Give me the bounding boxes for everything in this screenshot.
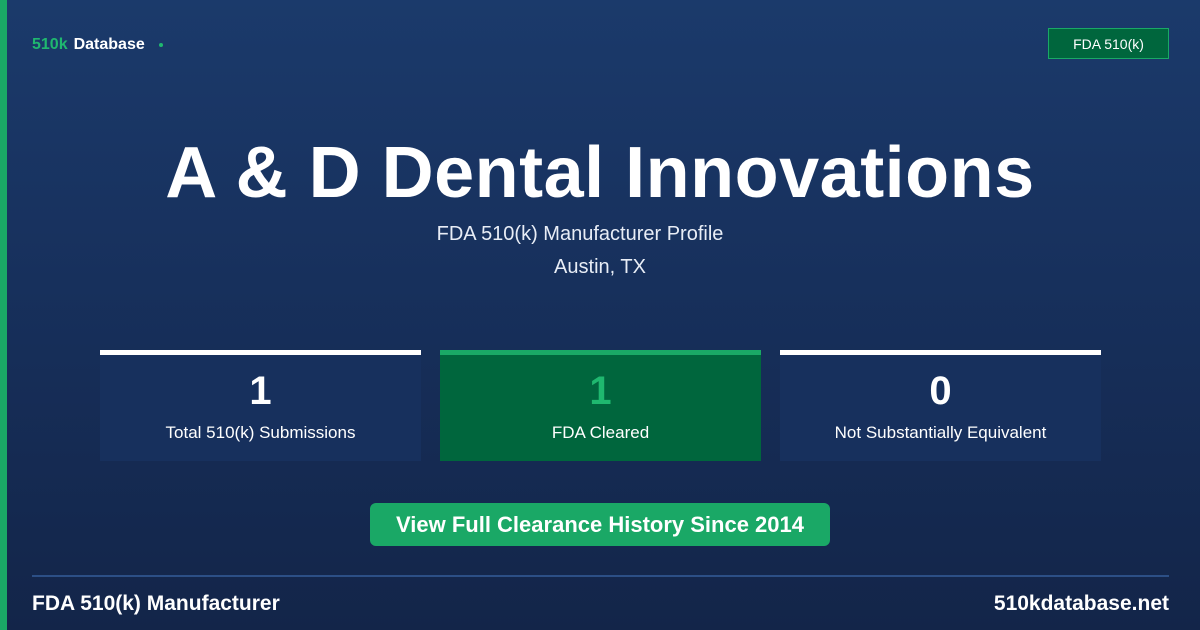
manufacturer-location: Austin, TX [554, 256, 646, 278]
stat-card-not-substantially-equivalent: 0 Not Substantially Equivalent [780, 350, 1101, 461]
view-clearance-history-button[interactable]: View Full Clearance History Since 2014 [370, 503, 830, 546]
stat-label: FDA Cleared [551, 423, 650, 442]
footer-site-link[interactable]: 510kdatabase.net [994, 592, 1169, 616]
profile-subtitle: FDA 510(k) Manufacturer Profile [436, 223, 724, 245]
brand-key-text: 510k [32, 36, 68, 53]
stat-value: 0 [929, 369, 952, 413]
stat-value: 1 [589, 369, 612, 413]
stat-card-total-submissions: 1 Total 510(k) Submissions [100, 350, 421, 461]
left-accent-bar [0, 0, 7, 630]
brand-dot-icon [158, 43, 163, 47]
manufacturer-title: A & D Dental Innovations [165, 133, 1035, 213]
stat-card-fda-cleared: 1 FDA Cleared [440, 350, 761, 461]
stat-label: Not Substantially Equivalent [834, 423, 1047, 442]
brand-logo[interactable]: 510k Database [32, 36, 163, 54]
stat-label: Total 510(k) Submissions [165, 423, 356, 442]
stat-value: 1 [249, 369, 272, 413]
fda-510k-badge: FDA 510(k) [1048, 28, 1169, 59]
brand-name-text: Database [73, 36, 145, 53]
stats-row: 1 Total 510(k) Submissions 1 FDA Cleared… [100, 350, 1101, 461]
footer-divider [32, 575, 1169, 577]
footer-caption: FDA 510(k) Manufacturer [32, 592, 280, 615]
